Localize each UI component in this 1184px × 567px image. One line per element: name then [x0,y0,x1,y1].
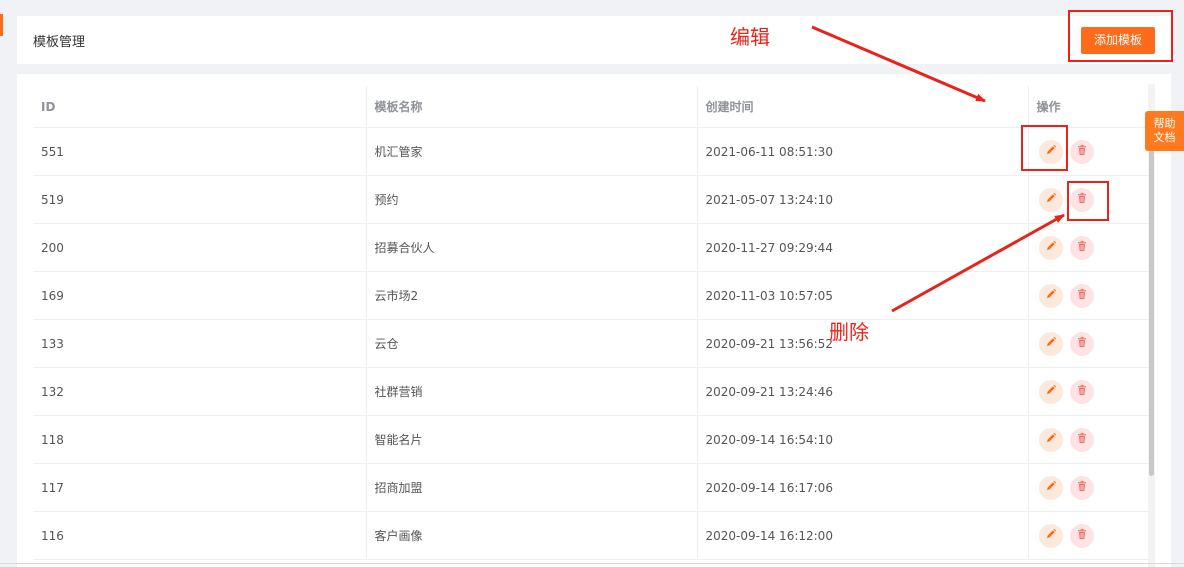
annotation-arrow-edit [811,25,986,103]
bottom-divider [0,563,1184,564]
annotation-arrow-delete [891,213,1065,313]
annotation-arrows [811,25,1065,313]
